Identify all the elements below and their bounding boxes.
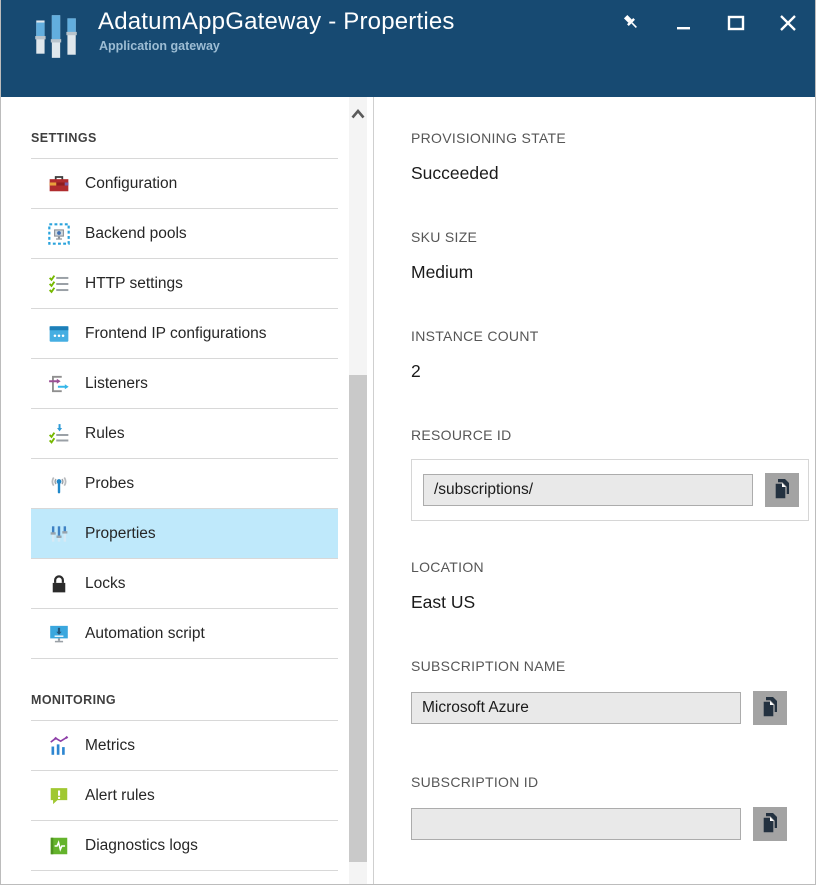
sidebar-item-label: Configuration (85, 175, 177, 193)
blade-subtitle: Application gateway (99, 39, 220, 53)
properties-icon (48, 523, 70, 545)
window-controls (619, 10, 801, 36)
sidebar-item-label: Backend pools (85, 225, 187, 243)
sidebar-item-label: Metrics (85, 737, 135, 755)
properties-blade-window: AdatumAppGateway - Properties Applicatio… (0, 0, 816, 885)
sidebar-item-rules[interactable]: Rules (31, 409, 338, 459)
sidebar-item-listeners[interactable]: Listeners (31, 359, 338, 409)
sidebar-item-automation-script[interactable]: Automation script (31, 609, 338, 659)
sidebar-item-label: Automation script (85, 625, 205, 643)
sidebar-item-probes[interactable]: Probes (31, 459, 338, 509)
field-subscription-id: SUBSCRIPTION ID (411, 774, 815, 841)
alert-rules-icon (48, 785, 70, 807)
copy-icon (772, 478, 792, 503)
sidebar-item-http-settings[interactable]: HTTP settings (31, 259, 338, 309)
metrics-icon (48, 735, 70, 757)
frontend-ip-icon (48, 323, 70, 345)
field-provisioning-state: PROVISIONING STATE Succeeded (411, 130, 815, 183)
blade-title: AdatumAppGateway - Properties (98, 8, 455, 36)
settings-sidebar: SETTINGS Configuration (1, 97, 347, 885)
automation-script-icon (48, 623, 70, 645)
scroll-up-icon[interactable] (349, 103, 367, 125)
sidebar-item-label: Alert rules (85, 787, 155, 805)
section-header-monitoring: MONITORING (31, 693, 347, 720)
application-gateway-icon (29, 8, 83, 67)
sidebar-item-label: HTTP settings (85, 275, 183, 293)
field-instance-count: INSTANCE COUNT 2 (411, 328, 815, 381)
resource-id-focus-box (411, 459, 809, 521)
sidebar-item-frontend-ip-configurations[interactable]: Frontend IP configurations (31, 309, 338, 359)
field-value: Medium (411, 262, 815, 282)
field-location: LOCATION East US (411, 559, 815, 612)
sidebar-item-metrics[interactable]: Metrics (31, 721, 338, 771)
field-label: LOCATION (411, 559, 815, 575)
sidebar-item-label: Rules (85, 425, 125, 443)
sidebar-item-label: Listeners (85, 375, 148, 393)
resource-id-input[interactable] (423, 474, 753, 506)
sidebar-item-backend-pools[interactable]: Backend pools (31, 209, 338, 259)
pin-icon[interactable] (619, 10, 645, 36)
field-value: East US (411, 592, 815, 612)
subscription-name-input[interactable] (411, 692, 741, 724)
copy-button[interactable] (765, 473, 799, 507)
sidebar-item-locks[interactable]: Locks (31, 559, 338, 609)
minimize-icon[interactable] (671, 10, 697, 36)
field-subscription-name: SUBSCRIPTION NAME (411, 658, 815, 725)
diagnostics-logs-icon (48, 835, 70, 857)
scrollbar-thumb[interactable] (349, 375, 367, 862)
blade-titlebar: AdatumAppGateway - Properties Applicatio… (1, 0, 815, 97)
backend-pools-icon (48, 223, 70, 245)
field-label: SUBSCRIPTION NAME (411, 658, 815, 674)
rules-icon (48, 423, 70, 445)
sidebar-item-label: Probes (85, 475, 134, 493)
sidebar-item-label: Diagnostics logs (85, 837, 198, 855)
toolbox-icon (48, 173, 70, 195)
copy-icon (760, 812, 780, 837)
lock-icon (48, 573, 70, 595)
http-settings-icon (48, 273, 70, 295)
monitoring-list: Metrics Alert rules (31, 720, 338, 871)
sidebar-scrollbar[interactable] (349, 97, 367, 885)
copy-button[interactable] (753, 691, 787, 725)
listeners-icon (48, 373, 70, 395)
field-label: SUBSCRIPTION ID (411, 774, 815, 790)
field-value: Succeeded (411, 163, 815, 183)
field-value: 2 (411, 361, 815, 381)
field-label: RESOURCE ID (411, 427, 815, 443)
settings-list: Configuration Backend pools (31, 158, 338, 659)
sidebar-item-properties[interactable]: Properties (31, 509, 338, 559)
sidebar-item-label: Frontend IP configurations (85, 325, 267, 343)
sidebar-item-diagnostics-logs[interactable]: Diagnostics logs (31, 821, 338, 871)
maximize-icon[interactable] (723, 10, 749, 36)
subscription-id-input[interactable] (411, 808, 741, 840)
field-resource-id: RESOURCE ID (411, 427, 815, 521)
field-label: INSTANCE COUNT (411, 328, 815, 344)
section-header-settings: SETTINGS (31, 131, 347, 158)
field-label: PROVISIONING STATE (411, 130, 815, 146)
copy-icon (760, 696, 780, 721)
close-icon[interactable] (775, 10, 801, 36)
probes-icon (48, 473, 70, 495)
copy-button[interactable] (753, 807, 787, 841)
sidebar-item-configuration[interactable]: Configuration (31, 159, 338, 209)
sidebar-item-label: Properties (85, 525, 156, 543)
sidebar-item-alert-rules[interactable]: Alert rules (31, 771, 338, 821)
field-sku-size: SKU SIZE Medium (411, 229, 815, 282)
properties-panel: PROVISIONING STATE Succeeded SKU SIZE Me… (373, 97, 815, 885)
field-label: SKU SIZE (411, 229, 815, 245)
sidebar-item-label: Locks (85, 575, 126, 593)
